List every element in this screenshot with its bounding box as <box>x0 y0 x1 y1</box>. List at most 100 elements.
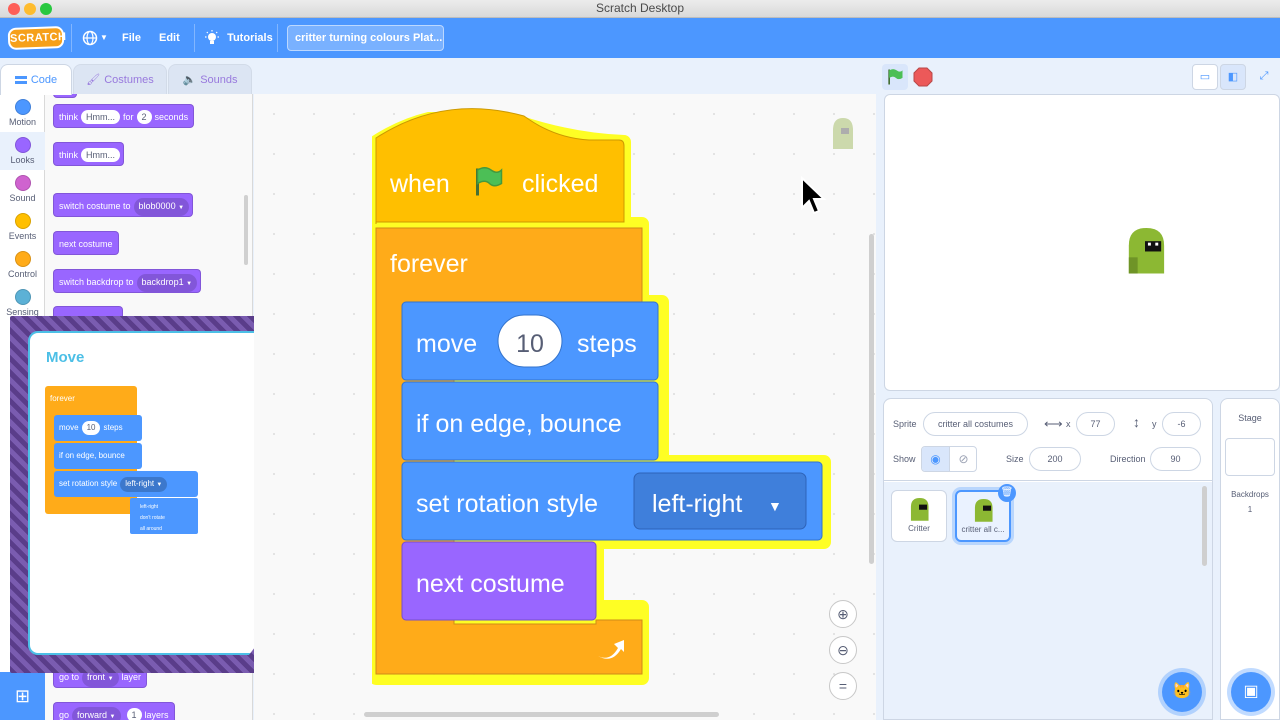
costume-dropdown[interactable]: blob0000 ▼ <box>133 198 190 216</box>
when-flag-clicked-block[interactable]: when <box>390 170 450 199</box>
tab-sounds[interactable]: 🔈 Sounds <box>168 64 252 94</box>
zoom-window-button[interactable] <box>40 3 52 15</box>
think-seconds-input[interactable]: 2 <box>136 110 152 124</box>
tab-costumes[interactable]: 🖌 Costumes <box>73 64 167 94</box>
block-text: go to <box>59 672 80 682</box>
sprite-thumb-critter-all-costumes[interactable]: critter all c... 🗑 <box>955 484 1016 542</box>
project-title-input[interactable]: critter turning colours Plat... <box>287 25 444 51</box>
block-text: go <box>59 710 70 720</box>
large-stage-button[interactable]: ◧ <box>1220 64 1246 90</box>
backdrop-dropdown-value: backdrop1 <box>141 277 184 287</box>
move-steps-block[interactable]: move <box>416 330 477 359</box>
y-input[interactable]: -6 <box>1162 412 1201 436</box>
rotation-style-dropdown[interactable]: left-right <box>652 490 742 519</box>
sprite-thumb-label: Critter <box>908 524 930 533</box>
stage-selector[interactable]: Stage Backdrops 1 ▣ <box>1220 398 1280 720</box>
chevron-down-icon: ▼ <box>109 714 116 720</box>
lightbulb-icon <box>205 30 219 45</box>
layers-count-input[interactable]: 1 <box>126 708 142 720</box>
direction-dropdown[interactable]: forward ▼ <box>72 707 121 720</box>
direction-input[interactable]: 90 <box>1150 447 1201 471</box>
add-extension-button[interactable]: ⊞ <box>0 672 45 720</box>
mouse-pointer-icon <box>801 176 827 215</box>
think-text-input[interactable]: Hmm... <box>81 110 121 124</box>
next-costume-block[interactable]: next costume <box>53 231 119 255</box>
stop-button[interactable] <box>910 64 936 90</box>
small-stage-button[interactable]: ▭ <box>1192 64 1218 90</box>
tab-costumes-label: Costumes <box>104 74 154 86</box>
go-layers-block[interactable]: go forward ▼ 1 layers <box>53 702 175 720</box>
language-menu[interactable]: ▼ <box>80 18 110 58</box>
think-for-block[interactable]: think Hmm... for 2 seconds <box>53 104 195 128</box>
card-bounce-block: if on edge, bounce <box>54 443 142 469</box>
category-motion[interactable]: Motion <box>0 94 45 132</box>
fullscreen-button[interactable]: ⤢ <box>1251 64 1277 90</box>
rotation-style-block[interactable]: set rotation style <box>416 490 598 519</box>
close-window-button[interactable] <box>8 3 20 15</box>
file-menu[interactable]: File <box>122 18 141 58</box>
next-costume-script-block[interactable]: next costume <box>416 570 565 599</box>
edit-menu[interactable]: Edit <box>159 18 180 58</box>
delete-sprite-button[interactable]: 🗑 <box>998 484 1016 502</box>
forever-block[interactable]: forever <box>390 250 468 279</box>
backdrop-dropdown[interactable]: backdrop1 ▼ <box>136 274 198 292</box>
palette-scrollbar[interactable] <box>244 195 248 265</box>
hide-sprite-button[interactable]: ⊘ <box>949 447 976 471</box>
fullscreen-icon: ⤢ <box>1259 70 1269 82</box>
sprite-label: Sprite <box>893 419 917 429</box>
category-events[interactable]: Events <box>0 208 45 246</box>
y-label: y <box>1152 419 1157 429</box>
block-text: move <box>59 423 79 432</box>
stage-canvas[interactable] <box>884 94 1280 391</box>
looks-dot-icon <box>14 137 31 153</box>
zoom-reset-button[interactable]: = <box>829 672 857 700</box>
brush-icon: 🖌 <box>86 74 101 86</box>
workspace-horizontal-scrollbar[interactable] <box>364 712 719 717</box>
category-looks[interactable]: Looks <box>0 132 45 170</box>
category-sensing[interactable]: Sensing <box>0 284 45 316</box>
option-all-around: all around <box>140 526 162 532</box>
code-workspace[interactable]: when clicked forever move 10 steps if on… <box>254 94 876 720</box>
choose-sprite-button[interactable]: 🐱 <box>1162 672 1202 712</box>
image-icon: ▣ <box>1243 683 1259 700</box>
workspace-vertical-scrollbar[interactable] <box>869 234 874 564</box>
sensing-dot-icon <box>14 289 31 305</box>
scratch-logo[interactable]: SCRATCH <box>7 26 67 50</box>
sprite-thumb-critter[interactable]: Critter <box>891 490 947 542</box>
tutorials-menu[interactable]: Tutorials <box>204 18 273 58</box>
chevron-down-icon: ▼ <box>100 33 108 42</box>
move-steps-input[interactable]: 10 <box>514 330 546 359</box>
show-sprite-button[interactable]: ◉ <box>922 447 949 471</box>
sprite-list: Critter critter all c... 🗑 🐱 <box>884 482 1212 719</box>
stage-header: ▭ ◧ ⤢ <box>876 58 1280 94</box>
sprite-name-input[interactable]: critter all costumes <box>923 412 1028 436</box>
size-input[interactable]: 200 <box>1029 447 1081 471</box>
think-block[interactable]: think Hmm... <box>53 142 125 166</box>
switch-backdrop-block[interactable]: switch backdrop to backdrop1 ▼ <box>53 269 202 293</box>
block-text: steps <box>103 423 123 432</box>
category-control-label: Control <box>7 269 37 279</box>
move-steps-label: steps <box>577 330 637 358</box>
sound-dot-icon <box>14 175 31 191</box>
menu-bar: SCRATCH ▼ File Edit Tutorials critter tu… <box>0 18 1280 58</box>
minimize-window-button[interactable] <box>24 3 36 15</box>
think-text-input[interactable]: Hmm... <box>81 148 121 162</box>
critter-sprite[interactable] <box>1121 225 1169 275</box>
vertical-arrows-icon: ↕ <box>1133 414 1140 430</box>
option-dont-rotate: don't rotate <box>140 515 165 521</box>
choose-backdrop-button[interactable]: ▣ <box>1231 672 1271 712</box>
size-label: Size <box>1006 454 1024 464</box>
switch-costume-block[interactable]: switch costume to blob0000 ▼ <box>53 193 194 217</box>
layer-dropdown-value: front <box>87 672 106 682</box>
bounce-block[interactable]: if on edge, bounce <box>416 410 622 439</box>
sprite-list-scrollbar[interactable] <box>1202 486 1207 566</box>
tab-code[interactable]: Code <box>0 64 72 95</box>
zoom-out-button[interactable]: ⊖ <box>829 636 857 664</box>
zoom-in-button[interactable]: ⊕ <box>829 600 857 628</box>
chevron-down-icon: ▼ <box>156 482 163 488</box>
category-control[interactable]: Control <box>0 246 45 284</box>
category-sound[interactable]: Sound <box>0 170 45 208</box>
green-flag-button[interactable] <box>882 64 908 90</box>
x-input[interactable]: 77 <box>1076 412 1115 436</box>
events-dot-icon <box>14 213 31 229</box>
